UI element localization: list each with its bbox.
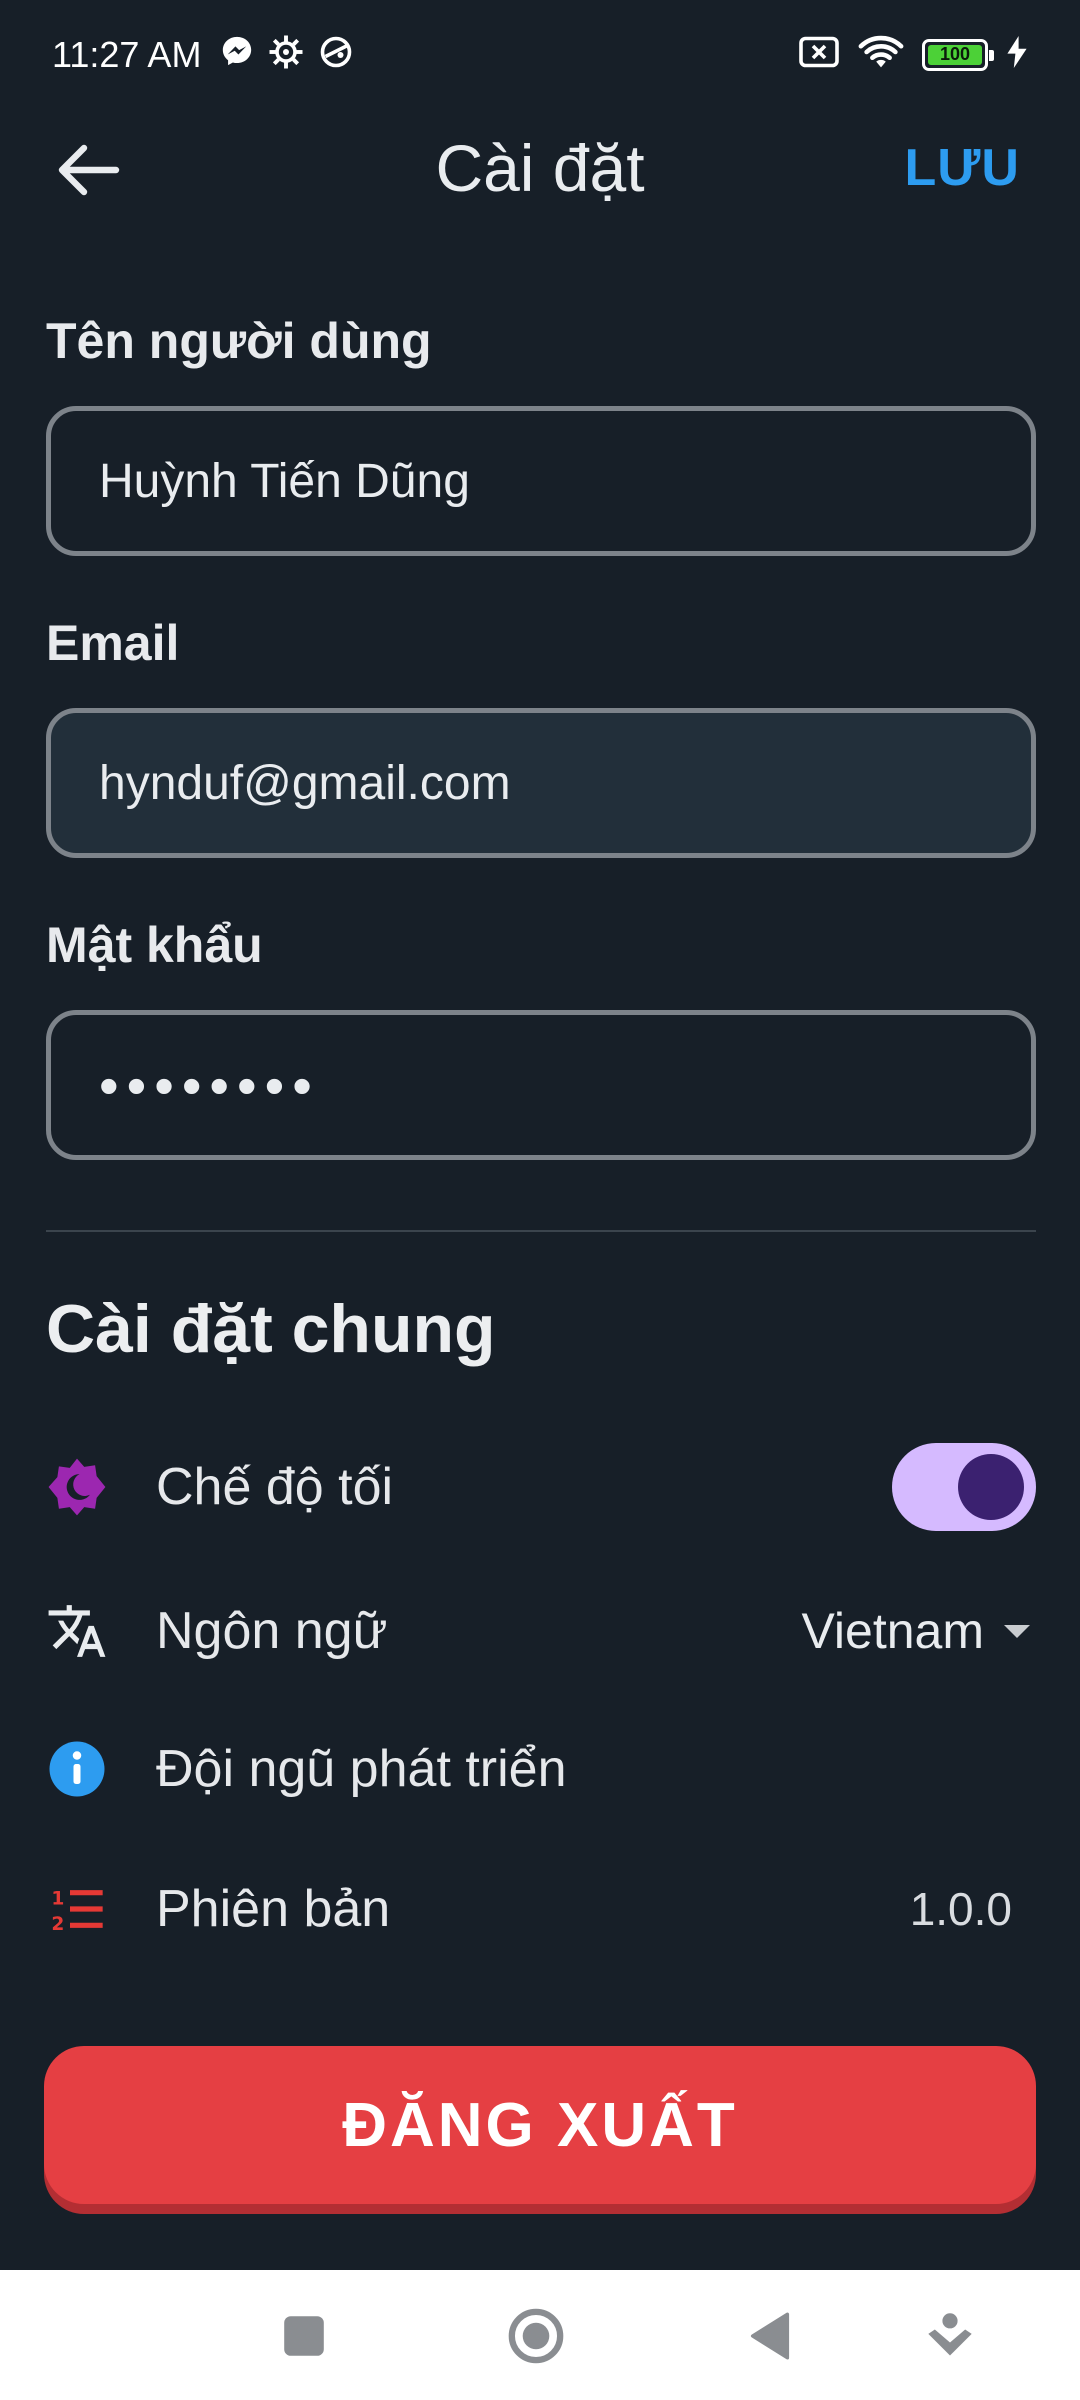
password-field[interactable]: •••••••• xyxy=(46,1010,1036,1160)
wifi-icon xyxy=(858,34,904,75)
recents-button[interactable] xyxy=(272,2304,336,2368)
dark-mode-row[interactable]: Chế độ tối xyxy=(46,1432,1036,1542)
language-value: Vietnam xyxy=(801,1603,984,1659)
app-bar: Cài đặt LƯU xyxy=(0,110,1080,230)
messenger-icon xyxy=(220,34,254,73)
toggle-knob xyxy=(958,1454,1024,1520)
password-value: •••••••• xyxy=(99,1053,320,1117)
email-value: hynduf@gmail.com xyxy=(99,756,511,810)
battery-icon: 100 xyxy=(922,38,994,71)
email-label: Email xyxy=(46,615,180,671)
username-value: Huỳnh Tiến Dũng xyxy=(99,454,470,508)
settings-gear-icon xyxy=(268,34,304,75)
version-label: Phiên bản xyxy=(156,1880,391,1938)
status-bar: 11:27 AM 100 xyxy=(0,0,1080,110)
save-button[interactable]: LƯU xyxy=(905,138,1020,198)
version-value: 1.0.0 xyxy=(909,1883,1012,1935)
svg-text:2: 2 xyxy=(51,1914,64,1935)
dev-team-row[interactable]: Đội ngũ phát triển xyxy=(46,1714,1036,1824)
info-icon xyxy=(46,1738,108,1800)
home-circle-icon xyxy=(508,2308,564,2364)
vpn-icon xyxy=(318,34,354,75)
battery-level: 100 xyxy=(928,44,982,65)
version-row: 12 Phiên bản 1.0.0 xyxy=(46,1854,1036,1964)
general-settings-title: Cài đặt chung xyxy=(46,1291,496,1367)
home-button[interactable] xyxy=(504,2304,568,2368)
language-label: Ngôn ngữ xyxy=(156,1602,388,1660)
email-field[interactable]: hynduf@gmail.com xyxy=(46,708,1036,858)
dev-team-label: Đội ngũ phát triển xyxy=(156,1740,567,1798)
no-sim-icon xyxy=(798,35,840,74)
language-row[interactable]: Ngôn ngữ Vietnam xyxy=(46,1576,1036,1686)
triangle-back-icon xyxy=(750,2312,790,2360)
back-nav-button[interactable] xyxy=(738,2304,802,2368)
logout-button[interactable]: ĐĂNG XUẤT xyxy=(44,2046,1036,2204)
translate-icon xyxy=(46,1600,108,1662)
caret-down-icon xyxy=(1004,1624,1030,1638)
username-label: Tên người dùng xyxy=(46,313,432,369)
assistant-button[interactable] xyxy=(918,2304,982,2368)
username-field[interactable]: Huỳnh Tiến Dũng xyxy=(46,406,1036,556)
password-label: Mật khẩu xyxy=(46,917,263,973)
dark-mode-icon xyxy=(46,1456,108,1518)
charging-icon xyxy=(1006,36,1028,73)
chevron-down-icon xyxy=(928,2313,972,2356)
square-icon xyxy=(284,2316,324,2356)
svg-text:1: 1 xyxy=(51,1888,64,1909)
system-nav-bar xyxy=(0,2270,1080,2400)
dark-mode-label: Chế độ tối xyxy=(156,1458,394,1516)
language-dropdown[interactable]: Vietnam xyxy=(801,1602,1030,1660)
divider xyxy=(46,1230,1036,1232)
dark-mode-toggle[interactable] xyxy=(892,1443,1036,1531)
numbered-list-icon: 12 xyxy=(46,1878,108,1940)
status-time: 11:27 AM xyxy=(52,34,202,75)
